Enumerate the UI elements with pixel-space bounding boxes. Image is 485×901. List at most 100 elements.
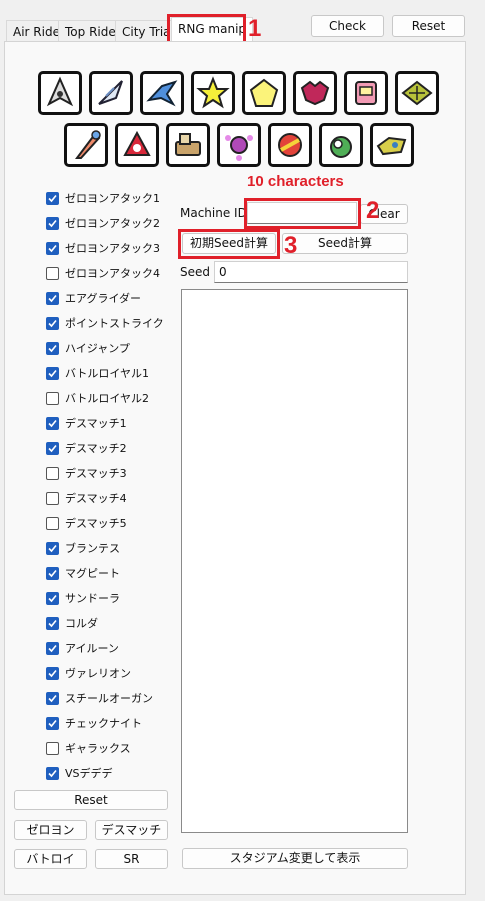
battle-royale-button[interactable]: バトロイ: [14, 849, 87, 869]
check-button[interactable]: Check: [311, 15, 384, 37]
checkbox-checked[interactable]: [46, 191, 59, 205]
shadowstar-icon[interactable]: [115, 123, 159, 167]
seed-calc-button[interactable]: Seed計算: [282, 233, 408, 254]
checkbox-unchecked[interactable]: [46, 466, 59, 480]
checkbox-checked[interactable]: [46, 541, 59, 555]
checklist-item-label: ギャラックス: [65, 742, 131, 755]
seed-input[interactable]: 0: [214, 261, 408, 283]
checkbox-checked[interactable]: [46, 716, 59, 730]
checklist-item-label: ポイントストライク: [65, 317, 164, 330]
checkbox-unchecked[interactable]: [46, 741, 59, 755]
checkbox-checked[interactable]: [46, 641, 59, 655]
tab-top-ride[interactable]: Top Ride: [58, 20, 123, 42]
wingstar-icon[interactable]: [89, 71, 133, 115]
annotation-number-2: 2: [366, 197, 380, 224]
swerve-star-icon[interactable]: [268, 123, 312, 167]
sr-button[interactable]: SR: [95, 849, 168, 869]
checklist-reset-button[interactable]: Reset: [14, 790, 168, 810]
checklist-item-label: ブランテス: [65, 542, 120, 555]
checkbox-unchecked[interactable]: [46, 491, 59, 505]
checklist-item[interactable]: VSデデデ: [46, 764, 113, 782]
checklist-item-label: VSデデデ: [65, 767, 113, 780]
checklist-item-label: ハイジャンプ: [65, 342, 130, 355]
checklist-item[interactable]: ハイジャンプ: [46, 339, 130, 357]
checklist-item[interactable]: ギャラックス: [46, 739, 131, 757]
checkbox-checked[interactable]: [46, 691, 59, 705]
machine-id-label: Machine ID: [180, 206, 247, 220]
checklist-item[interactable]: デスマッチ1: [46, 414, 127, 432]
checklist-item-label: チェックナイト: [65, 717, 142, 730]
checklist-item-label: デスマッチ3: [65, 467, 127, 480]
checkbox-checked[interactable]: [46, 566, 59, 580]
annotation-char-count-note: 10 characters: [247, 173, 344, 190]
checklist-item-label: バトルロイヤル1: [65, 367, 149, 380]
slickstar-icon[interactable]: [242, 71, 286, 115]
checkbox-unchecked[interactable]: [46, 391, 59, 405]
checklist-item[interactable]: スチールオーガン: [46, 689, 153, 707]
checkbox-checked[interactable]: [46, 416, 59, 430]
hydra-icon[interactable]: [370, 123, 414, 167]
checkbox-checked[interactable]: [46, 316, 59, 330]
checkbox-checked[interactable]: [46, 341, 59, 355]
checkbox-checked[interactable]: [46, 616, 59, 630]
checklist-item[interactable]: アイルーン: [46, 639, 119, 657]
annotation-box-initial-seed: [178, 229, 280, 259]
annotation-number-1: 1: [248, 15, 262, 42]
checklist-item-label: デスマッチ1: [65, 417, 127, 430]
checklist-item[interactable]: マグピート: [46, 564, 120, 582]
checklist-item-label: デスマッチ4: [65, 492, 127, 505]
checkbox-checked[interactable]: [46, 666, 59, 680]
checklist-item-label: デスマッチ5: [65, 517, 127, 530]
wheelie-bike-icon[interactable]: [293, 71, 337, 115]
checklist-item-label: マグピート: [65, 567, 120, 580]
checkbox-checked[interactable]: [46, 241, 59, 255]
checklist-item-label: ゼロヨンアタック3: [65, 242, 160, 255]
stadium-change-display-button[interactable]: スタジアム変更して表示: [182, 848, 408, 869]
checklist-item-label: ヴァレリオン: [65, 667, 131, 680]
checklist-item[interactable]: ゼロヨンアタック1: [46, 189, 160, 207]
rocketstar-icon[interactable]: [64, 123, 108, 167]
checklist-item[interactable]: エアグライダー: [46, 289, 141, 307]
annotation-box-tab: [167, 14, 246, 44]
checklist-item[interactable]: ポイントストライク: [46, 314, 164, 332]
top-reset-button[interactable]: Reset: [392, 15, 465, 37]
checklist-item[interactable]: デスマッチ2: [46, 439, 127, 457]
checkbox-checked[interactable]: [46, 766, 59, 780]
compactstar-icon[interactable]: [191, 71, 235, 115]
output-textarea[interactable]: [181, 289, 408, 833]
formula-star-icon[interactable]: [395, 71, 439, 115]
turbostar-icon[interactable]: [166, 123, 210, 167]
checklist-item-label: サンドーラ: [65, 592, 120, 605]
checklist-item[interactable]: ゼロヨンアタック2: [46, 214, 160, 232]
checklist-item-label: ゼロヨンアタック1: [65, 192, 160, 205]
checklist-item[interactable]: デスマッチ4: [46, 489, 127, 507]
checkbox-checked[interactable]: [46, 441, 59, 455]
jetstar-icon[interactable]: [140, 71, 184, 115]
winged-star-icon[interactable]: [217, 123, 261, 167]
annotation-number-3: 3: [284, 232, 298, 259]
checklist-item[interactable]: サンドーラ: [46, 589, 120, 607]
bulk-star-icon[interactable]: [319, 123, 363, 167]
checklist-item[interactable]: ヴァレリオン: [46, 664, 131, 682]
warpstar-icon[interactable]: [38, 71, 82, 115]
zeroyon-button[interactable]: ゼロヨン: [14, 820, 87, 840]
checkbox-unchecked[interactable]: [46, 516, 59, 530]
checklist-item[interactable]: バトルロイヤル2: [46, 389, 149, 407]
checklist-item-label: デスマッチ2: [65, 442, 127, 455]
checklist-item[interactable]: デスマッチ3: [46, 464, 127, 482]
checkbox-checked[interactable]: [46, 216, 59, 230]
deathmatch-button[interactable]: デスマッチ: [95, 820, 168, 840]
checklist-item[interactable]: チェックナイト: [46, 714, 142, 732]
checklist-item[interactable]: コルダ: [46, 614, 98, 632]
checklist-item[interactable]: ブランテス: [46, 539, 120, 557]
checkbox-checked[interactable]: [46, 366, 59, 380]
checklist-item[interactable]: ゼロヨンアタック4: [46, 264, 160, 282]
checklist-item[interactable]: バトルロイヤル1: [46, 364, 149, 382]
rex-wheelie-icon[interactable]: [344, 71, 388, 115]
checkbox-checked[interactable]: [46, 591, 59, 605]
checklist-item[interactable]: デスマッチ5: [46, 514, 127, 532]
checkbox-unchecked[interactable]: [46, 266, 59, 280]
checklist-item-label: スチールオーガン: [65, 692, 153, 705]
checklist-item[interactable]: ゼロヨンアタック3: [46, 239, 160, 257]
checkbox-checked[interactable]: [46, 291, 59, 305]
